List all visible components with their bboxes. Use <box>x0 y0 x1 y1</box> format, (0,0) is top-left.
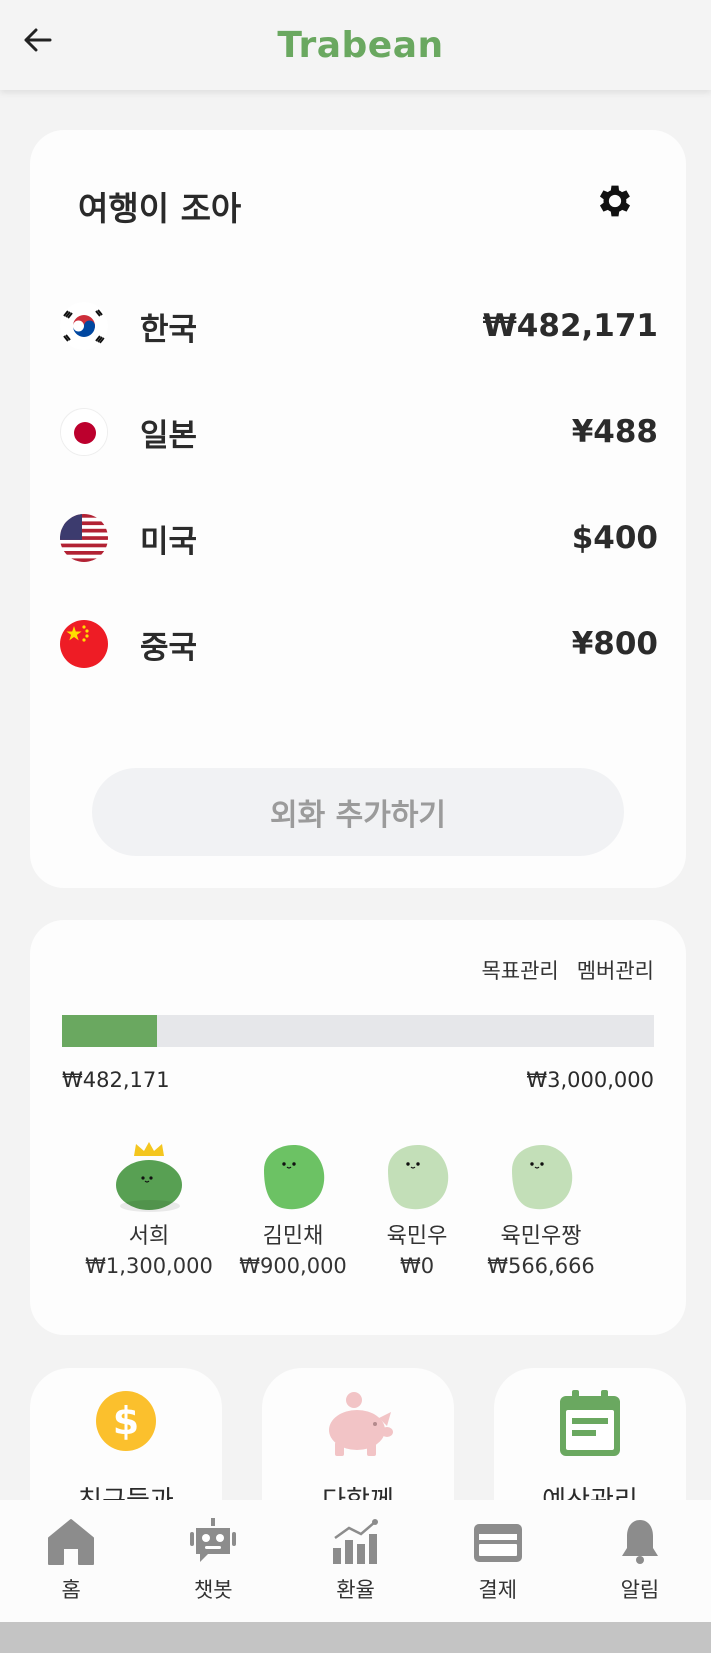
goal-links: 목표관리 멤버관리 <box>481 955 654 985</box>
svg-text:$: $ <box>113 1399 139 1443</box>
goal-current-amount: ₩482,171 <box>62 1068 170 1092</box>
member-avatar <box>380 1140 454 1214</box>
member-name: 서희 <box>128 1224 170 1249</box>
system-bar <box>0 1622 711 1653</box>
currency-row-korea[interactable]: 한국 ₩482,171 <box>60 296 658 356</box>
member-amount: ₩1,300,000 <box>85 1254 213 1278</box>
back-button[interactable] <box>22 24 54 56</box>
nav-exchange[interactable]: 환율 <box>284 1500 426 1622</box>
currency-row-usa[interactable]: 미국 $400 <box>60 508 658 568</box>
japan-flag-icon <box>60 408 108 456</box>
currency-amount: $400 <box>571 520 658 556</box>
currency-amount: ¥488 <box>571 414 658 450</box>
goal-manage-link[interactable]: 목표관리 <box>481 955 558 985</box>
member-avatar <box>114 1140 184 1214</box>
currency-name: 중국 <box>140 629 198 666</box>
home-icon <box>48 1519 95 1565</box>
nav-payment[interactable]: 결제 <box>427 1500 569 1622</box>
goal-target-amount: ₩3,000,000 <box>526 1068 654 1092</box>
settings-gear-icon[interactable] <box>594 180 636 222</box>
add-currency-button[interactable]: 외화 추가하기 <box>92 768 624 856</box>
nav-label: 결제 <box>478 1578 518 1602</box>
piggy-bank-icon <box>329 1392 393 1456</box>
member-card[interactable]: 서희 ₩1,300,000 <box>74 1140 224 1278</box>
arrow-left-icon <box>24 28 52 52</box>
member-avatar <box>256 1140 330 1214</box>
member-name: 육민우짱 <box>500 1224 582 1249</box>
bell-icon <box>621 1520 658 1564</box>
currency-amount: ¥800 <box>571 626 658 662</box>
brand-logo: Trabean <box>277 24 444 66</box>
bottom-nav: 홈 챗봇 환율 결제 알림 <box>0 1500 711 1622</box>
currency-name: 일본 <box>140 417 198 454</box>
nav-label: 챗봇 <box>193 1578 233 1602</box>
goal-progress-fill <box>62 1015 157 1047</box>
goal-card: 목표관리 멤버관리 ₩482,171 ₩3,000,000 서희 ₩1,300,… <box>30 920 686 1335</box>
currency-name: 미국 <box>140 523 198 560</box>
currency-row-japan[interactable]: 일본 ¥488 <box>60 402 658 462</box>
nav-alerts[interactable]: 알림 <box>569 1500 711 1622</box>
currency-row-china[interactable]: 중국 ¥800 <box>60 614 658 674</box>
nav-home[interactable]: 홈 <box>0 1500 142 1622</box>
goal-progress-bar <box>62 1015 654 1047</box>
nav-label: 알림 <box>620 1578 660 1602</box>
app-header: Trabean <box>0 0 711 90</box>
card-icon <box>473 1524 522 1562</box>
member-avatar <box>504 1140 578 1214</box>
usa-flag-icon <box>60 514 108 562</box>
chart-icon <box>332 1519 378 1564</box>
nav-chatbot[interactable]: 챗봇 <box>142 1500 284 1622</box>
china-flag-icon <box>60 620 108 668</box>
currency-name: 한국 <box>140 311 198 348</box>
member-manage-link[interactable]: 멤버관리 <box>577 955 654 985</box>
calendar-icon <box>560 1390 620 1456</box>
crown-icon <box>134 1142 164 1156</box>
wallet-card: 여행이 조아 한국 ₩482,171 일본 ¥488 미국 $400 중국 ¥8… <box>30 130 686 888</box>
nav-label: 환율 <box>336 1578 375 1602</box>
member-card[interactable]: 육민우짱 ₩566,666 <box>466 1140 616 1278</box>
korea-flag-icon <box>60 302 108 350</box>
dollar-coin-icon: $ <box>96 1391 156 1451</box>
member-amount: ₩566,666 <box>487 1254 595 1278</box>
nav-label: 홈 <box>61 1578 81 1602</box>
wallet-title: 여행이 조아 <box>78 189 242 228</box>
currency-amount: ₩482,171 <box>482 308 658 344</box>
robot-icon <box>190 1518 237 1562</box>
